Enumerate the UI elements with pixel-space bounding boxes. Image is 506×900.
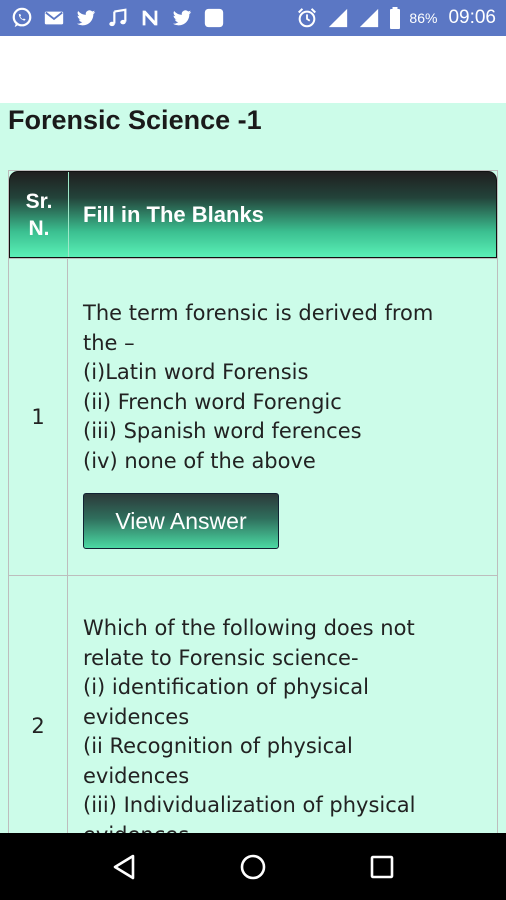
question-option: (ii) French word Forengic: [83, 389, 342, 414]
question-option: (iii) Individualization of physical: [83, 793, 416, 817]
question-option: evidences: [83, 763, 190, 788]
back-icon[interactable]: [104, 847, 144, 887]
system-icons: 86% 09:06: [295, 7, 496, 29]
page-title: Forensic Science -1: [8, 105, 262, 135]
question-line: Which of the following does not: [83, 616, 415, 640]
signal-icon: [326, 7, 350, 29]
navigation-bar: [0, 833, 506, 900]
question-option: (iii) Spanish word ferences: [83, 419, 362, 443]
question-option: evidences: [83, 821, 485, 834]
header-title: Fill in The Blanks: [83, 201, 264, 227]
view-answer-button[interactable]: View Answer: [83, 493, 279, 549]
app-bar: [0, 36, 506, 103]
question-option: (iv) none of the above: [83, 448, 316, 473]
header-sr-no: Sr. N.: [10, 172, 69, 257]
question-option: evidences: [83, 704, 190, 729]
question-table: Sr. N. Fill in The Blanks 1 The term for…: [8, 170, 498, 833]
row-sr-number: 1: [9, 259, 68, 575]
clock: 09:06: [448, 7, 496, 28]
content-area[interactable]: Forensic Science -1 Sr. N. Fill in The B…: [0, 103, 506, 833]
signal-icon: [357, 7, 381, 29]
table-header: Sr. N. Fill in The Blanks: [9, 171, 497, 258]
whatsapp-icon: [10, 7, 34, 29]
battery-percent: 86%: [409, 10, 438, 26]
email-icon: [42, 7, 66, 29]
twitter-icon: [170, 7, 194, 29]
table-row: 1 The term forensic is derived from the …: [9, 258, 497, 575]
table-row: 2 Which of the following does not relate…: [9, 575, 497, 833]
question-text: Which of the following does not relate t…: [83, 614, 485, 833]
question-option: (i)Latin word Forensis: [83, 360, 309, 384]
question-line: relate to Forensic science-: [83, 645, 359, 670]
status-bar: 86% 09:06: [0, 0, 506, 36]
question-text: The term forensic is derived from the – …: [83, 299, 485, 476]
question-cell: Which of the following does not relate t…: [68, 576, 497, 833]
square-app-icon: [202, 7, 226, 29]
header-sr-line1: Sr.: [25, 189, 53, 213]
battery-icon: [388, 7, 402, 29]
row-sr-number: 2: [9, 576, 68, 833]
question-line: The term forensic is derived from: [83, 301, 434, 325]
twitter-icon: [74, 7, 98, 29]
question-option: (ii Recognition of physical: [83, 734, 353, 758]
question-option: (i) identification of physical: [83, 675, 369, 699]
n-app-icon: [138, 7, 162, 29]
alarm-icon: [295, 7, 319, 29]
notification-icons: [10, 7, 226, 29]
header-sr-line2: N.: [28, 216, 50, 240]
music-note-icon: [106, 7, 130, 29]
question-cell: The term forensic is derived from the – …: [68, 259, 497, 575]
recents-icon[interactable]: [362, 847, 402, 887]
question-line: the –: [83, 330, 135, 355]
home-icon[interactable]: [233, 847, 273, 887]
